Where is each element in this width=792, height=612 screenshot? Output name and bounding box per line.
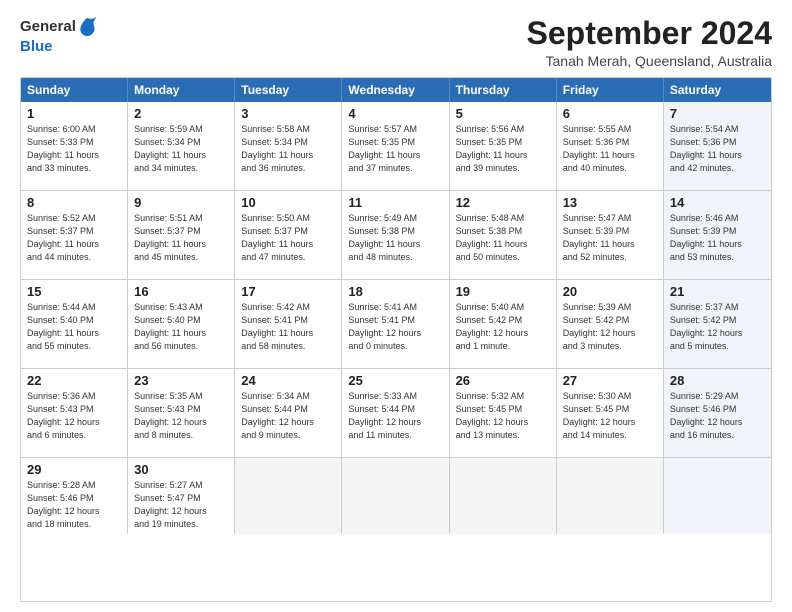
logo: General Blue xyxy=(20,16,96,56)
cal-cell-14: 14Sunrise: 5:46 AMSunset: 5:39 PMDayligh… xyxy=(664,191,771,279)
day-num: 6 xyxy=(563,106,657,121)
header-wednesday: Wednesday xyxy=(342,78,449,102)
day-num: 30 xyxy=(134,462,228,477)
day-num: 19 xyxy=(456,284,550,299)
calendar-page: General Blue September 2024 Tanah Merah,… xyxy=(0,0,792,612)
header-saturday: Saturday xyxy=(664,78,771,102)
day-num: 18 xyxy=(348,284,442,299)
cal-cell-empty xyxy=(342,458,449,534)
cal-cell-15: 15Sunrise: 5:44 AMSunset: 5:40 PMDayligh… xyxy=(21,280,128,368)
logo-general: General xyxy=(20,19,76,36)
cal-cell-27: 27Sunrise: 5:30 AMSunset: 5:45 PMDayligh… xyxy=(557,369,664,457)
calendar-week-3: 15Sunrise: 5:44 AMSunset: 5:40 PMDayligh… xyxy=(21,279,771,368)
day-num: 3 xyxy=(241,106,335,121)
header-tuesday: Tuesday xyxy=(235,78,342,102)
day-num: 27 xyxy=(563,373,657,388)
day-num: 26 xyxy=(456,373,550,388)
cal-cell-4: 4Sunrise: 5:57 AMSunset: 5:35 PMDaylight… xyxy=(342,102,449,190)
cal-cell-9: 9Sunrise: 5:51 AMSunset: 5:37 PMDaylight… xyxy=(128,191,235,279)
cal-cell-22: 22Sunrise: 5:36 AMSunset: 5:43 PMDayligh… xyxy=(21,369,128,457)
header-friday: Friday xyxy=(557,78,664,102)
day-num: 11 xyxy=(348,195,442,210)
cal-cell-10: 10Sunrise: 5:50 AMSunset: 5:37 PMDayligh… xyxy=(235,191,342,279)
header-monday: Monday xyxy=(128,78,235,102)
cal-cell-11: 11Sunrise: 5:49 AMSunset: 5:38 PMDayligh… xyxy=(342,191,449,279)
cal-cell-empty xyxy=(235,458,342,534)
logo-bird-icon xyxy=(78,16,96,38)
cal-cell-3: 3Sunrise: 5:58 AMSunset: 5:34 PMDaylight… xyxy=(235,102,342,190)
cal-cell-empty xyxy=(450,458,557,534)
day-num: 24 xyxy=(241,373,335,388)
calendar: Sunday Monday Tuesday Wednesday Thursday… xyxy=(20,77,772,602)
cal-cell-13: 13Sunrise: 5:47 AMSunset: 5:39 PMDayligh… xyxy=(557,191,664,279)
day-num: 16 xyxy=(134,284,228,299)
calendar-week-4: 22Sunrise: 5:36 AMSunset: 5:43 PMDayligh… xyxy=(21,368,771,457)
cal-cell-23: 23Sunrise: 5:35 AMSunset: 5:43 PMDayligh… xyxy=(128,369,235,457)
cal-cell-24: 24Sunrise: 5:34 AMSunset: 5:44 PMDayligh… xyxy=(235,369,342,457)
day-num: 22 xyxy=(27,373,121,388)
cal-cell-30: 30Sunrise: 5:27 AMSunset: 5:47 PMDayligh… xyxy=(128,458,235,534)
cal-cell-6: 6Sunrise: 5:55 AMSunset: 5:36 PMDaylight… xyxy=(557,102,664,190)
cal-cell-7: 7Sunrise: 5:54 AMSunset: 5:36 PMDaylight… xyxy=(664,102,771,190)
cal-cell-empty xyxy=(557,458,664,534)
header: General Blue September 2024 Tanah Merah,… xyxy=(20,16,772,69)
calendar-body: 1Sunrise: 6:00 AMSunset: 5:33 PMDaylight… xyxy=(21,102,771,534)
logo-blue: Blue xyxy=(20,38,53,55)
day-num: 29 xyxy=(27,462,121,477)
day-num: 14 xyxy=(670,195,765,210)
cal-cell-28: 28Sunrise: 5:29 AMSunset: 5:46 PMDayligh… xyxy=(664,369,771,457)
header-thursday: Thursday xyxy=(450,78,557,102)
cal-cell-1: 1Sunrise: 6:00 AMSunset: 5:33 PMDaylight… xyxy=(21,102,128,190)
day-num: 25 xyxy=(348,373,442,388)
day-num: 15 xyxy=(27,284,121,299)
cal-cell-5: 5Sunrise: 5:56 AMSunset: 5:35 PMDaylight… xyxy=(450,102,557,190)
cal-cell-18: 18Sunrise: 5:41 AMSunset: 5:41 PMDayligh… xyxy=(342,280,449,368)
cal-cell-8: 8Sunrise: 5:52 AMSunset: 5:37 PMDaylight… xyxy=(21,191,128,279)
cal-cell-25: 25Sunrise: 5:33 AMSunset: 5:44 PMDayligh… xyxy=(342,369,449,457)
cal-cell-17: 17Sunrise: 5:42 AMSunset: 5:41 PMDayligh… xyxy=(235,280,342,368)
title-block: September 2024 Tanah Merah, Queensland, … xyxy=(527,16,772,69)
day-num: 2 xyxy=(134,106,228,121)
day-num: 20 xyxy=(563,284,657,299)
day-num: 1 xyxy=(27,106,121,121)
month-title: September 2024 xyxy=(527,16,772,51)
cal-cell-16: 16Sunrise: 5:43 AMSunset: 5:40 PMDayligh… xyxy=(128,280,235,368)
calendar-week-1: 1Sunrise: 6:00 AMSunset: 5:33 PMDaylight… xyxy=(21,102,771,190)
day-num: 5 xyxy=(456,106,550,121)
day-num: 17 xyxy=(241,284,335,299)
day-num: 28 xyxy=(670,373,765,388)
day-num: 21 xyxy=(670,284,765,299)
calendar-header: Sunday Monday Tuesday Wednesday Thursday… xyxy=(21,78,771,102)
day-num: 23 xyxy=(134,373,228,388)
cal-cell-20: 20Sunrise: 5:39 AMSunset: 5:42 PMDayligh… xyxy=(557,280,664,368)
cal-cell-21: 21Sunrise: 5:37 AMSunset: 5:42 PMDayligh… xyxy=(664,280,771,368)
day-num: 12 xyxy=(456,195,550,210)
day-num: 13 xyxy=(563,195,657,210)
day-num: 8 xyxy=(27,195,121,210)
day-num: 4 xyxy=(348,106,442,121)
cal-cell-29: 29Sunrise: 5:28 AMSunset: 5:46 PMDayligh… xyxy=(21,458,128,534)
day-num: 10 xyxy=(241,195,335,210)
cal-cell-19: 19Sunrise: 5:40 AMSunset: 5:42 PMDayligh… xyxy=(450,280,557,368)
cal-cell-empty xyxy=(664,458,771,534)
day-num: 9 xyxy=(134,195,228,210)
calendar-week-2: 8Sunrise: 5:52 AMSunset: 5:37 PMDaylight… xyxy=(21,190,771,279)
day-num: 7 xyxy=(670,106,765,121)
header-sunday: Sunday xyxy=(21,78,128,102)
cal-cell-26: 26Sunrise: 5:32 AMSunset: 5:45 PMDayligh… xyxy=(450,369,557,457)
calendar-week-5: 29Sunrise: 5:28 AMSunset: 5:46 PMDayligh… xyxy=(21,457,771,534)
cal-cell-12: 12Sunrise: 5:48 AMSunset: 5:38 PMDayligh… xyxy=(450,191,557,279)
cal-cell-2: 2Sunrise: 5:59 AMSunset: 5:34 PMDaylight… xyxy=(128,102,235,190)
location-subtitle: Tanah Merah, Queensland, Australia xyxy=(527,53,772,69)
